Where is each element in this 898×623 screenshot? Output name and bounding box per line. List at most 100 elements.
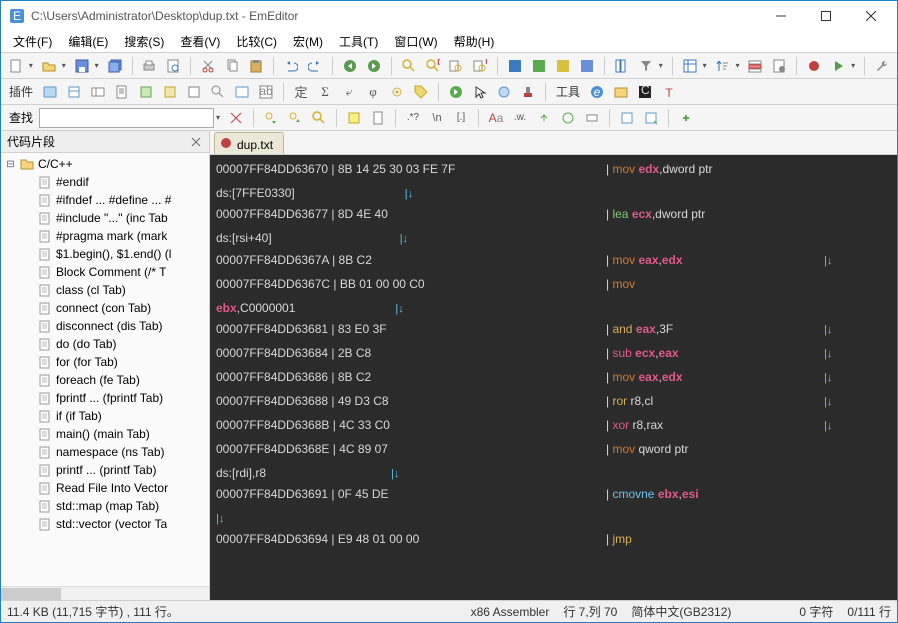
bullet-icon[interactable] [386, 81, 408, 103]
close-button[interactable] [848, 1, 893, 31]
advanced-icon[interactable] [675, 107, 697, 129]
tree-item[interactable]: for (for Tab) [1, 353, 209, 371]
copy-icon[interactable] [221, 55, 243, 77]
phi-icon[interactable]: φ [362, 81, 384, 103]
tree-item[interactable]: #include "..." (inc Tab [1, 209, 209, 227]
cursor-icon[interactable] [469, 81, 491, 103]
paste-icon[interactable] [245, 55, 267, 77]
plugin-icon[interactable] [87, 81, 109, 103]
cmd-icon[interactable]: C:\ [634, 81, 656, 103]
highlight-icon[interactable] [343, 107, 365, 129]
menu-compare[interactable]: 比较(C) [228, 31, 285, 52]
text-icon[interactable]: T [658, 81, 680, 103]
code-editor[interactable]: 00007FF84DD63670 | 8B 14 25 30 03 FE 7F|… [210, 155, 897, 600]
find-prev-icon[interactable] [260, 107, 282, 129]
find-next-icon[interactable] [284, 107, 306, 129]
dropdown-icon[interactable]: ▾ [736, 61, 743, 70]
replace-files-icon[interactable]: b [469, 55, 491, 77]
dropdown-icon[interactable]: ▾ [659, 61, 666, 70]
plugin-icon[interactable] [111, 81, 133, 103]
snippet-tree[interactable]: ⊟C/C++#endif#ifndef ... #define ... ##in… [1, 153, 209, 586]
tree-item[interactable]: do (do Tab) [1, 335, 209, 353]
plugin-icon[interactable] [39, 81, 61, 103]
define-icon[interactable]: 定 [290, 81, 312, 103]
tree-item[interactable]: foreach (fe Tab) [1, 371, 209, 389]
find-icon[interactable] [398, 55, 420, 77]
explorer-icon[interactable] [610, 81, 632, 103]
preview-icon[interactable] [162, 55, 184, 77]
plugin-icon[interactable] [231, 81, 253, 103]
dropdown-icon[interactable]: ▾ [29, 61, 36, 70]
dedupe-icon[interactable] [744, 55, 766, 77]
menu-macro[interactable]: 宏(M) [285, 31, 331, 52]
new-icon[interactable] [5, 55, 27, 77]
dropdown-icon[interactable]: ▾ [851, 61, 858, 70]
inc-icon[interactable] [533, 107, 555, 129]
redo-icon[interactable] [304, 55, 326, 77]
record-icon[interactable] [803, 55, 825, 77]
save-all-icon[interactable] [104, 55, 126, 77]
bracket-icon[interactable]: ⤶ [338, 81, 360, 103]
word-icon[interactable]: .w. [509, 107, 531, 129]
dropdown-icon[interactable]: ▾ [95, 61, 102, 70]
menu-tools[interactable]: 工具(T) [331, 31, 386, 52]
dropdown-icon[interactable]: ▾ [216, 113, 223, 122]
tree-item[interactable]: #ifndef ... #define ... # [1, 191, 209, 209]
tree-item[interactable]: $1.begin(), $1.end() (l [1, 245, 209, 263]
config-icon[interactable] [768, 55, 790, 77]
tree-item[interactable]: Block Comment (/* T [1, 263, 209, 281]
find-all-icon[interactable] [308, 107, 330, 129]
refresh-icon[interactable] [445, 81, 467, 103]
dropdown-icon[interactable]: ▾ [703, 61, 710, 70]
tab-dup[interactable]: dup.txt [214, 132, 284, 154]
escape-icon[interactable]: \n [426, 107, 448, 129]
print-icon[interactable] [139, 55, 161, 77]
globe-link-icon[interactable] [493, 81, 515, 103]
menu-search[interactable]: 搜索(S) [116, 31, 172, 52]
marker-blue-icon[interactable] [576, 55, 598, 77]
sort-icon[interactable] [712, 55, 734, 77]
tree-folder[interactable]: ⊟C/C++ [1, 155, 209, 173]
minimize-button[interactable] [758, 1, 803, 31]
play-icon[interactable] [827, 55, 849, 77]
wrap-search-icon[interactable] [557, 107, 579, 129]
plugin-icon[interactable] [207, 81, 229, 103]
menu-file[interactable]: 文件(F) [5, 31, 60, 52]
replace-icon[interactable]: b [422, 55, 444, 77]
sigma-icon[interactable]: Σ [314, 81, 336, 103]
back-icon[interactable] [339, 55, 361, 77]
open-icon[interactable] [38, 55, 60, 77]
tree-item[interactable]: disconnect (dis Tab) [1, 317, 209, 335]
menu-help[interactable]: 帮助(H) [446, 31, 503, 52]
regex-icon[interactable]: .*? [402, 107, 424, 129]
status-lang[interactable]: x86 Assembler [471, 605, 550, 619]
columns-icon[interactable] [611, 55, 633, 77]
status-enc[interactable]: 简体中文(GB2312) [631, 603, 731, 620]
tree-item[interactable]: #pragma mark (mark [1, 227, 209, 245]
cut-icon[interactable] [197, 55, 219, 77]
tree-item[interactable]: #endif [1, 173, 209, 191]
count-icon[interactable] [581, 107, 603, 129]
wrap-icon[interactable] [504, 55, 526, 77]
plugin-icon[interactable] [159, 81, 181, 103]
tree-item[interactable]: connect (con Tab) [1, 299, 209, 317]
tree-item[interactable]: printf ... (printf Tab) [1, 461, 209, 479]
tree-item[interactable]: std::vector (vector Ta [1, 515, 209, 533]
bookmark-icon[interactable] [616, 107, 638, 129]
wrench-icon[interactable] [871, 55, 893, 77]
marker-yellow-icon[interactable] [552, 55, 574, 77]
tree-item[interactable]: fprintf ... (fprintf Tab) [1, 389, 209, 407]
tree-item[interactable]: Read File Into Vector [1, 479, 209, 497]
undo-icon[interactable] [280, 55, 302, 77]
menu-edit[interactable]: 编辑(E) [60, 31, 116, 52]
marker-green-icon[interactable] [528, 55, 550, 77]
scrollbar-horizontal[interactable] [1, 586, 209, 600]
tree-item[interactable]: namespace (ns Tab) [1, 443, 209, 461]
csv-icon[interactable] [679, 55, 701, 77]
funnel-icon[interactable] [635, 55, 657, 77]
numbers-icon[interactable]: [.] [450, 107, 472, 129]
plugin-icon[interactable] [63, 81, 85, 103]
search-input[interactable] [39, 108, 214, 128]
doc-icon[interactable] [367, 107, 389, 129]
plugin-icon[interactable] [183, 81, 205, 103]
